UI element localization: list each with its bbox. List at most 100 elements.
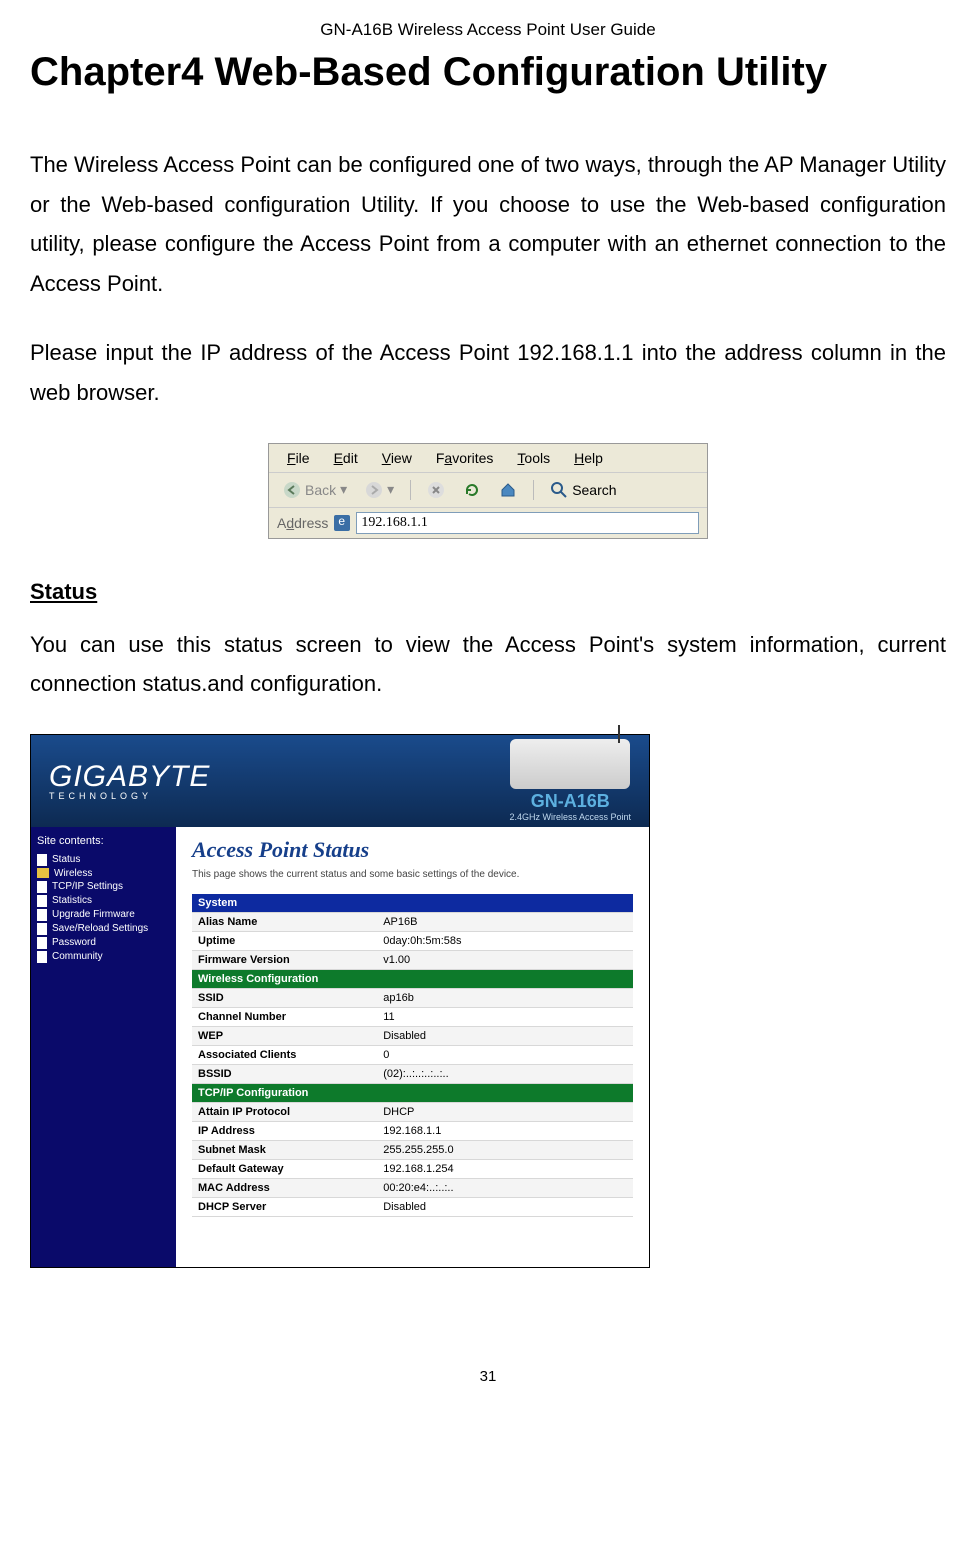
banner: GIGABYTE TECHNOLOGY GN-A16B 2.4GHz Wirel… — [31, 735, 649, 827]
sidebar: Site contents: Status Wireless TCP/IP Sett… — [31, 827, 176, 1267]
sidebar-item-label: Wireless — [54, 868, 92, 879]
sidebar-item-label: Statistics — [52, 895, 92, 906]
status-table: SystemAlias NameAP16BUptime0day:0h:5m:58… — [192, 894, 633, 1217]
product-desc: 2.4GHz Wireless Access Point — [509, 812, 631, 822]
stop-button[interactable] — [421, 479, 451, 501]
search-button[interactable]: Search — [544, 479, 622, 501]
table-row: IP Address192.168.1.1 — [192, 1121, 633, 1140]
sidebar-item-label: TCP/IP Settings — [52, 881, 123, 892]
sidebar-title: Site contents: — [37, 835, 170, 847]
status-heading: Status — [30, 579, 946, 605]
toolbar-separator — [410, 480, 411, 500]
folder-icon — [37, 868, 49, 878]
table-value: 11 — [377, 1007, 633, 1026]
document-header: GN-A16B Wireless Access Point User Guide — [30, 20, 946, 40]
table-row: DHCP ServerDisabled — [192, 1197, 633, 1216]
table-value: v1.00 — [377, 950, 633, 969]
table-value: DHCP — [377, 1102, 633, 1121]
dropdown-caret-icon: ▾ — [340, 481, 347, 498]
sidebar-item[interactable]: Status — [37, 853, 170, 867]
status-paragraph: You can use this status screen to view t… — [30, 625, 946, 704]
page-icon — [37, 881, 47, 893]
search-icon — [550, 481, 568, 499]
page-icon — [37, 923, 47, 935]
table-value: 192.168.1.254 — [377, 1159, 633, 1178]
browser-menu-bar: File Edit View Favorites Tools Help — [269, 444, 707, 473]
page-icon — [37, 895, 47, 907]
table-row: Default Gateway192.168.1.254 — [192, 1159, 633, 1178]
product-name: GN-A16B — [509, 791, 631, 812]
menu-tools[interactable]: Tools — [507, 448, 560, 468]
sidebar-item[interactable]: Password — [37, 936, 170, 950]
sidebar-item[interactable]: Upgrade Firmware — [37, 908, 170, 922]
table-row: Alias NameAP16B — [192, 912, 633, 931]
panel-title: Access Point Status — [192, 837, 633, 863]
table-value: (02):..:..:..:..:.. — [377, 1064, 633, 1083]
product-block: GN-A16B 2.4GHz Wireless Access Point — [509, 739, 631, 822]
browser-address-bar: Address 192.168.1.1 — [269, 508, 707, 538]
table-key: SSID — [192, 988, 377, 1007]
page-number: 31 — [30, 1368, 946, 1385]
paragraph-2: Please input the IP address of the Acces… — [30, 333, 946, 412]
brand-block: GIGABYTE TECHNOLOGY — [49, 760, 210, 801]
sidebar-item-label: Password — [52, 937, 96, 948]
paragraph-1: The Wireless Access Point can be configu… — [30, 145, 946, 303]
table-key: Attain IP Protocol — [192, 1102, 377, 1121]
forward-button[interactable]: ▾ — [359, 479, 400, 501]
table-key: DHCP Server — [192, 1197, 377, 1216]
table-value: ap16b — [377, 988, 633, 1007]
menu-view[interactable]: View — [372, 448, 422, 468]
sidebar-item-label: Status — [52, 854, 80, 865]
menu-edit[interactable]: Edit — [324, 448, 368, 468]
table-row: WEPDisabled — [192, 1026, 633, 1045]
menu-help[interactable]: Help — [564, 448, 613, 468]
page-icon — [37, 909, 47, 921]
table-key: IP Address — [192, 1121, 377, 1140]
back-label: Back — [305, 482, 336, 498]
sidebar-item[interactable]: Save/Reload Settings — [37, 922, 170, 936]
menu-file[interactable]: File — [277, 448, 320, 468]
ie-icon — [334, 515, 350, 531]
sidebar-item[interactable]: Community — [37, 950, 170, 964]
table-value: Disabled — [377, 1026, 633, 1045]
back-arrow-icon — [283, 481, 301, 499]
address-label: Address — [277, 515, 328, 531]
table-key: MAC Address — [192, 1178, 377, 1197]
browser-toolbar: Back ▾ ▾ — [269, 473, 707, 508]
brand-logo: GIGABYTE — [49, 760, 210, 794]
table-row: SSIDap16b — [192, 988, 633, 1007]
page-icon — [37, 937, 47, 949]
table-section-header: Wireless Configuration — [192, 969, 633, 988]
table-key: Firmware Version — [192, 950, 377, 969]
sidebar-item[interactable]: TCP/IP Settings — [37, 880, 170, 894]
table-value: AP16B — [377, 912, 633, 931]
table-row: MAC Address00:20:e4:..:..:.. — [192, 1178, 633, 1197]
table-key: Subnet Mask — [192, 1140, 377, 1159]
table-key: WEP — [192, 1026, 377, 1045]
table-value: 192.168.1.1 — [377, 1121, 633, 1140]
table-key: Uptime — [192, 931, 377, 950]
refresh-button[interactable] — [457, 479, 487, 501]
table-value: 00:20:e4:..:..:.. — [377, 1178, 633, 1197]
table-value: 255.255.255.0 — [377, 1140, 633, 1159]
table-row: Attain IP ProtocolDHCP — [192, 1102, 633, 1121]
table-row: Associated Clients0 — [192, 1045, 633, 1064]
table-key: BSSID — [192, 1064, 377, 1083]
sidebar-item[interactable]: Statistics — [37, 894, 170, 908]
address-input[interactable]: 192.168.1.1 — [356, 512, 699, 534]
sidebar-item-label: Upgrade Firmware — [52, 909, 135, 920]
table-value: Disabled — [377, 1197, 633, 1216]
table-row: Uptime0day:0h:5m:58s — [192, 931, 633, 950]
page-icon — [37, 854, 47, 866]
forward-arrow-icon — [365, 481, 383, 499]
back-button[interactable]: Back ▾ — [277, 479, 353, 501]
menu-favorites[interactable]: Favorites — [426, 448, 504, 468]
sidebar-item[interactable]: Wireless — [37, 867, 170, 880]
table-key: Channel Number — [192, 1007, 377, 1026]
panel-desc: This page shows the current status and s… — [192, 869, 633, 880]
dropdown-caret-icon: ▾ — [387, 481, 394, 498]
home-button[interactable] — [493, 479, 523, 501]
search-label: Search — [572, 482, 616, 498]
table-key: Alias Name — [192, 912, 377, 931]
chapter-title: Chapter4 Web-Based Configuration Utility — [30, 50, 946, 95]
